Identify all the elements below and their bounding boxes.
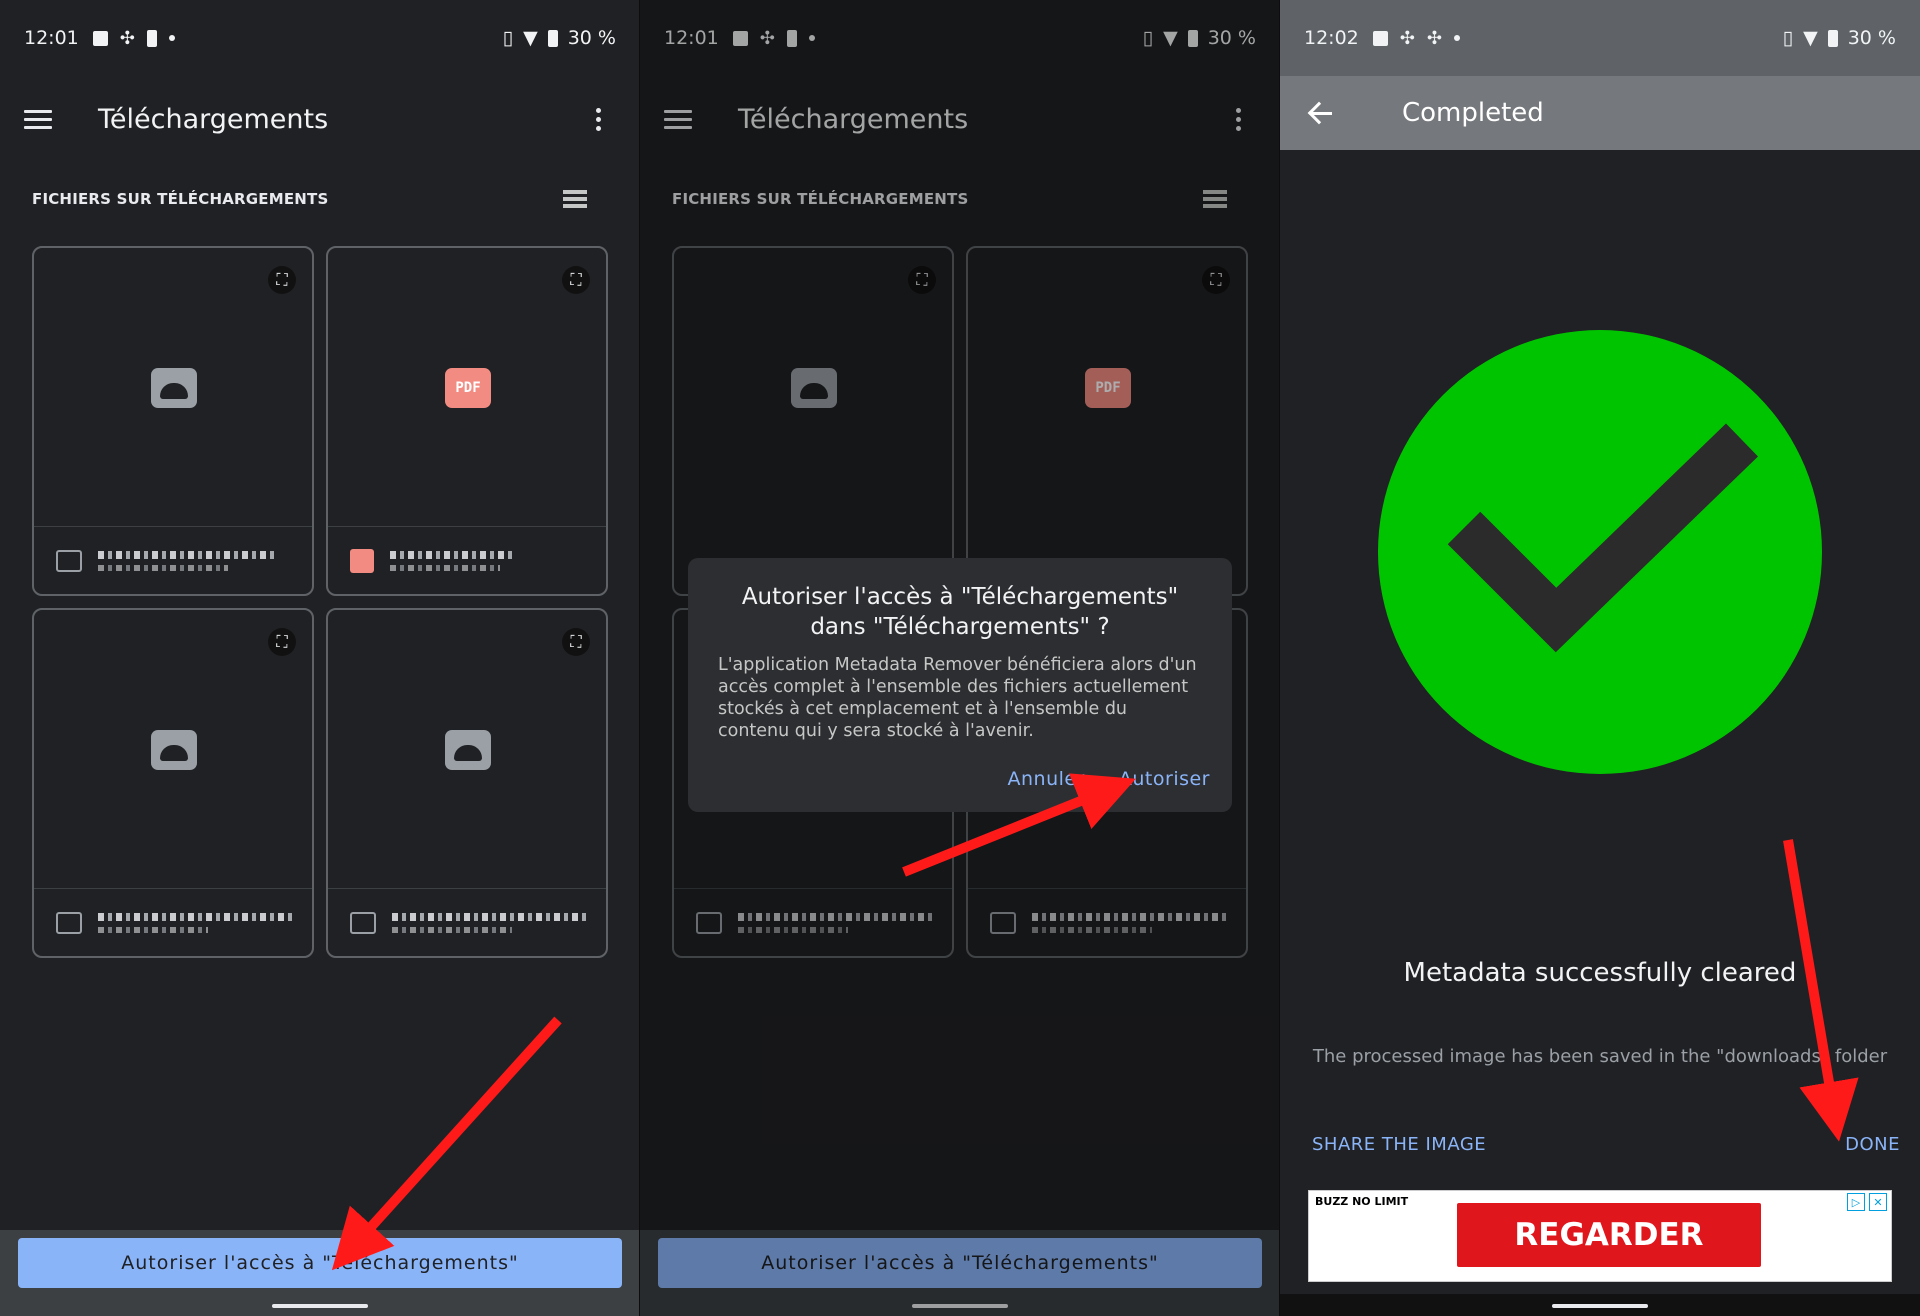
expand-icon[interactable]: ⛶ <box>268 266 296 294</box>
save-location-text: The processed image has been saved in th… <box>1312 1046 1888 1067</box>
cancel-button[interactable]: Annuler <box>1007 768 1084 790</box>
menu-icon[interactable] <box>24 109 52 129</box>
done-button[interactable]: DONE <box>1845 1134 1900 1155</box>
battery-saver-icon <box>146 29 157 47</box>
status-time: 12:01 <box>24 27 79 49</box>
app-bar: Completed <box>1280 76 1920 150</box>
app-bar: Téléchargements <box>0 76 640 162</box>
back-arrow-icon[interactable] <box>1308 100 1334 126</box>
list-view-icon[interactable] <box>563 190 587 211</box>
home-indicator[interactable] <box>272 1304 368 1308</box>
dialog-title: Autoriser l'accès à "Téléchargements" da… <box>741 584 1179 640</box>
file-card[interactable]: ⛶ <box>326 608 608 958</box>
blurred-filename <box>98 912 294 933</box>
battery-icon <box>1827 29 1838 47</box>
file-card[interactable]: ⛶ <box>32 246 314 596</box>
sync-icon: ✣ <box>1399 27 1415 49</box>
file-type-icon <box>56 549 82 572</box>
blurred-filename <box>392 912 588 933</box>
screen-permission-dialog: 12:01 ✣ ▯ ▼ 30 % Téléchargements FICHIER… <box>640 0 1280 1316</box>
android-file-icon <box>445 730 491 770</box>
success-check-svg <box>1378 330 1822 774</box>
android-file-icon <box>151 730 197 770</box>
sync-icon: ✣ <box>119 27 135 49</box>
dialog-body: L'application Metadata Remover bénéficie… <box>718 655 1197 741</box>
success-check-icon <box>1378 330 1822 774</box>
pdf-type-icon <box>350 548 374 573</box>
wifi-icon: ▼ <box>523 27 538 49</box>
file-type-icon <box>56 911 82 934</box>
status-bar: 12:02 ✣ ✣ ▯ ▼ 30 % <box>1280 0 1920 76</box>
battery-percent: 30 % <box>567 27 616 49</box>
allow-access-button[interactable]: Autoriser l'accès à "Téléchargements" <box>18 1238 622 1288</box>
battery-icon <box>547 29 558 47</box>
more-notifications-icon <box>1453 35 1460 41</box>
status-bar: 12:01 ✣ ▯ ▼ 30 % <box>0 0 640 76</box>
vibrate-icon: ▯ <box>502 27 514 49</box>
ad-choices-icon[interactable]: ▷ <box>1847 1193 1865 1211</box>
ad-watch-button[interactable]: REGARDER <box>1457 1203 1761 1267</box>
share-image-button[interactable]: SHARE THE IMAGE <box>1312 1134 1486 1155</box>
screen-downloads: 12:01 ✣ ▯ ▼ 30 % Téléchargements FICHIER… <box>0 0 640 1316</box>
sync-icon: ✣ <box>1426 27 1442 49</box>
blurred-filename <box>98 550 278 571</box>
expand-icon[interactable]: ⛶ <box>562 266 590 294</box>
more-notifications-icon <box>168 35 175 41</box>
ad-banner[interactable]: BUZZ NO LIMIT REGARDER ▷ ✕ <box>1308 1190 1892 1282</box>
section-label: FICHIERS SUR TÉLÉCHARGEMENTS <box>32 190 329 208</box>
page-title: Téléchargements <box>98 103 329 135</box>
image-icon <box>92 30 108 46</box>
vibrate-icon: ▯ <box>1782 27 1794 49</box>
expand-icon[interactable]: ⛶ <box>562 628 590 656</box>
success-message: Metadata successfully cleared <box>1403 958 1797 988</box>
android-file-icon <box>151 368 197 408</box>
wifi-icon: ▼ <box>1803 27 1818 49</box>
permission-dialog: Autoriser l'accès à "Téléchargements" da… <box>688 558 1232 812</box>
status-time: 12:02 <box>1304 27 1359 49</box>
pdf-file-icon: PDF <box>445 368 491 408</box>
file-type-icon <box>350 911 376 934</box>
ad-close-icon[interactable]: ✕ <box>1869 1193 1887 1211</box>
allow-button[interactable]: Autoriser <box>1119 768 1210 790</box>
ad-logo: BUZZ NO LIMIT <box>1315 1195 1409 1208</box>
home-indicator[interactable] <box>1552 1304 1648 1308</box>
page-title: Completed <box>1402 98 1544 128</box>
more-options-icon[interactable] <box>588 107 608 131</box>
file-card[interactable]: ⛶ PDF <box>326 246 608 596</box>
blurred-filename <box>390 550 515 571</box>
file-card[interactable]: ⛶ <box>32 608 314 958</box>
image-icon <box>1372 30 1388 46</box>
screen-completed: 12:02 ✣ ✣ ▯ ▼ 30 % Completed Metadata su… <box>1280 0 1920 1316</box>
expand-icon[interactable]: ⛶ <box>268 628 296 656</box>
battery-percent: 30 % <box>1847 27 1896 49</box>
